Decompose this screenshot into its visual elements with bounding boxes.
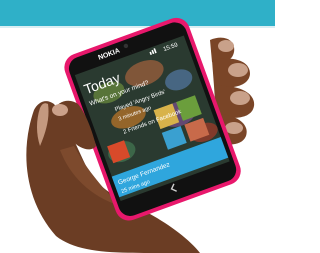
banner-strip <box>0 0 275 26</box>
phone-photo: NOKIA 15:59 Today What's on your mind? P… <box>0 0 275 253</box>
